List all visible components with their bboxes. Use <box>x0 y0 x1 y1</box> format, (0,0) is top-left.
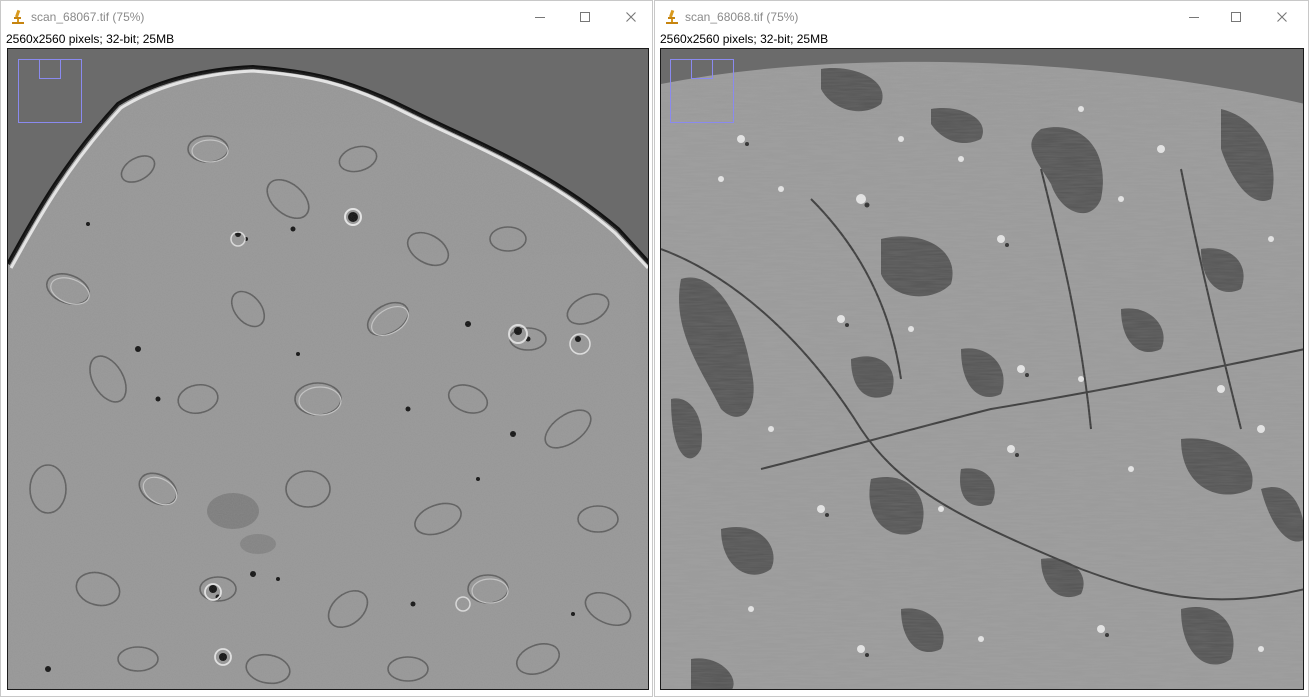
navigator-overview[interactable] <box>670 59 734 123</box>
window-title: scan_68068.tif (75%) <box>685 10 799 24</box>
minimize-button[interactable] <box>520 5 560 29</box>
close-icon <box>1277 12 1287 22</box>
image-window-left[interactable]: scan_68067.tif (75%) 2560x2560 pixels; 3… <box>0 0 653 697</box>
minimize-icon <box>1189 17 1199 18</box>
maximize-icon <box>1231 12 1241 22</box>
maximize-button[interactable] <box>565 5 605 29</box>
image-canvas[interactable] <box>7 48 649 690</box>
title-bar[interactable]: scan_68067.tif (75%) <box>1 1 652 33</box>
microscopy-image <box>661 49 1303 689</box>
microscope-icon <box>12 9 24 24</box>
maximize-button[interactable] <box>1216 5 1256 29</box>
image-window-right[interactable]: scan_68068.tif (75%) 2560x2560 pixels; 3… <box>654 0 1309 697</box>
image-info: 2560x2560 pixels; 32-bit; 25MB <box>6 32 175 46</box>
title-bar[interactable]: scan_68068.tif (75%) <box>655 1 1308 33</box>
image-canvas[interactable] <box>660 48 1304 690</box>
navigator-viewport[interactable] <box>39 59 61 79</box>
minimize-button[interactable] <box>1174 5 1214 29</box>
window-title: scan_68067.tif (75%) <box>31 10 145 24</box>
minimize-icon <box>535 17 545 18</box>
navigator-overview[interactable] <box>18 59 82 123</box>
microscopy-image <box>8 49 648 689</box>
image-info: 2560x2560 pixels; 32-bit; 25MB <box>660 32 829 46</box>
maximize-icon <box>580 12 590 22</box>
close-button[interactable] <box>1262 5 1302 29</box>
close-icon <box>626 12 636 22</box>
microscope-icon <box>666 9 678 24</box>
close-button[interactable] <box>611 5 651 29</box>
navigator-viewport[interactable] <box>691 59 713 79</box>
